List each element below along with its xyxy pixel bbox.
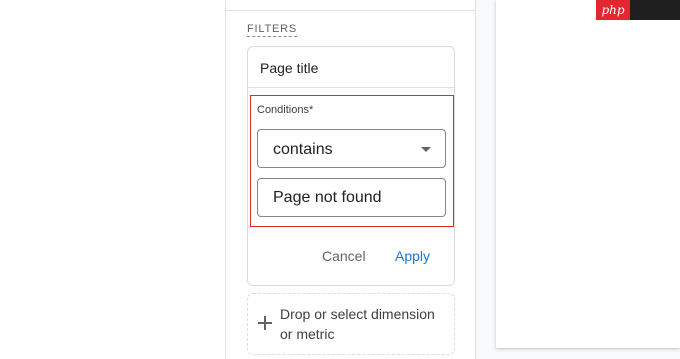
cancel-button[interactable]: Cancel xyxy=(322,248,366,264)
plus-icon xyxy=(258,316,272,330)
filters-heading: FILTERS xyxy=(247,23,298,37)
condition-value-input[interactable]: Page not found xyxy=(257,178,446,217)
conditions-label: Conditions* xyxy=(257,104,314,116)
divider xyxy=(226,10,475,11)
drop-zone-label: Drop or select dimension or metric xyxy=(280,306,435,342)
apply-button[interactable]: Apply xyxy=(395,248,430,264)
screen: FILTERS Page title Conditions* contains … xyxy=(0,0,680,359)
drop-dimension-zone[interactable]: Drop or select dimension or metric xyxy=(247,293,455,355)
watermark: php xyxy=(596,0,680,20)
filter-dimension-title: Page title xyxy=(260,60,319,76)
left-area xyxy=(0,0,226,359)
condition-operator-value: contains xyxy=(273,141,333,158)
condition-operator-select[interactable]: contains xyxy=(257,129,446,168)
condition-value-text: Page not found xyxy=(273,189,382,206)
filter-card: Page title Conditions* contains Page not… xyxy=(247,46,455,286)
canvas-card xyxy=(496,0,680,348)
chevron-down-icon xyxy=(421,147,431,152)
divider xyxy=(248,87,454,88)
php-logo: php xyxy=(596,0,630,20)
filters-panel: FILTERS Page title Conditions* contains … xyxy=(226,0,476,359)
conditions-highlight: Conditions* contains Page not found xyxy=(250,95,454,227)
